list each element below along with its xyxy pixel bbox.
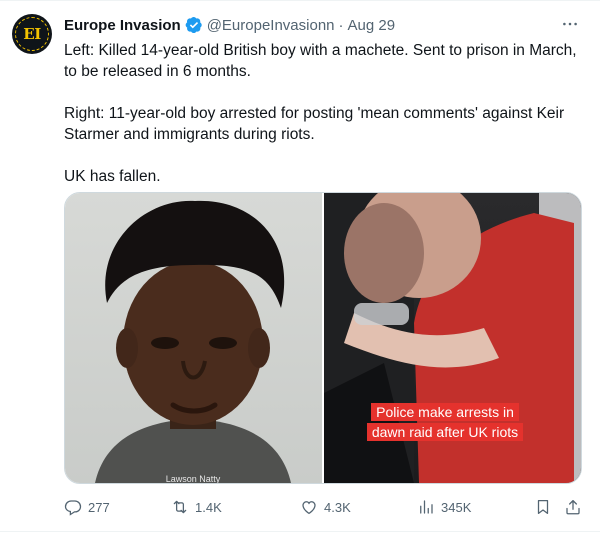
view-count: 345K bbox=[441, 499, 472, 515]
post-paragraph-left: Left: Killed 14-year-old British boy wit… bbox=[64, 42, 577, 80]
top-divider bbox=[0, 0, 600, 1]
handle[interactable]: @EuropeInvasionn bbox=[207, 17, 335, 34]
share-button[interactable] bbox=[564, 498, 582, 516]
bottom-divider bbox=[0, 531, 600, 532]
reply-icon bbox=[64, 500, 82, 516]
reply-count: 277 bbox=[88, 499, 110, 515]
views-icon bbox=[420, 500, 433, 514]
reply-button[interactable]: 277 bbox=[64, 498, 110, 516]
views-button[interactable]: 345K bbox=[417, 498, 471, 516]
post-paragraph-right: Right: 11-year-old boy arrested for post… bbox=[64, 105, 565, 143]
heart-icon bbox=[302, 501, 316, 515]
post-paragraph-conclusion: UK has fallen. bbox=[64, 168, 161, 185]
like-button[interactable]: 4.3K bbox=[300, 498, 351, 516]
display-name[interactable]: Europe Invasion bbox=[64, 17, 181, 34]
repost-button[interactable]: 1.4K bbox=[171, 498, 222, 516]
verified-badge-icon[interactable] bbox=[185, 16, 203, 34]
right-photo-caption: Police make arrests in dawn raid after U… bbox=[357, 402, 533, 442]
post-header: Europe Invasion @EuropeInvasionn · Aug 2… bbox=[64, 14, 550, 36]
action-bar: 277 1.4K 4.3K 345K bbox=[64, 495, 584, 519]
bookmark-icon bbox=[537, 499, 549, 515]
right-photo[interactable]: Police make arrests in dawn raid after U… bbox=[324, 193, 581, 483]
avatar-logo: EI bbox=[15, 17, 49, 51]
repost-count: 1.4K bbox=[195, 499, 222, 515]
share-icon bbox=[566, 499, 580, 515]
bookmark-button[interactable] bbox=[534, 498, 552, 516]
more-icon[interactable] bbox=[560, 15, 580, 33]
separator-dot: · bbox=[338, 16, 344, 34]
avatar[interactable]: EI bbox=[12, 14, 52, 54]
left-photo-caption: Lawson Natty bbox=[166, 474, 221, 483]
left-photo[interactable]: Lawson Natty bbox=[65, 193, 322, 483]
repost-icon bbox=[173, 500, 187, 514]
post-text: Left: Killed 14-year-old British boy wit… bbox=[64, 40, 580, 187]
mugshot-illustration: Lawson Natty bbox=[95, 200, 291, 483]
like-count: 4.3K bbox=[324, 499, 351, 515]
post-date[interactable]: Aug 29 bbox=[348, 17, 396, 34]
media-grid: Lawson Natty Police make arrests in dawn… bbox=[64, 192, 582, 484]
